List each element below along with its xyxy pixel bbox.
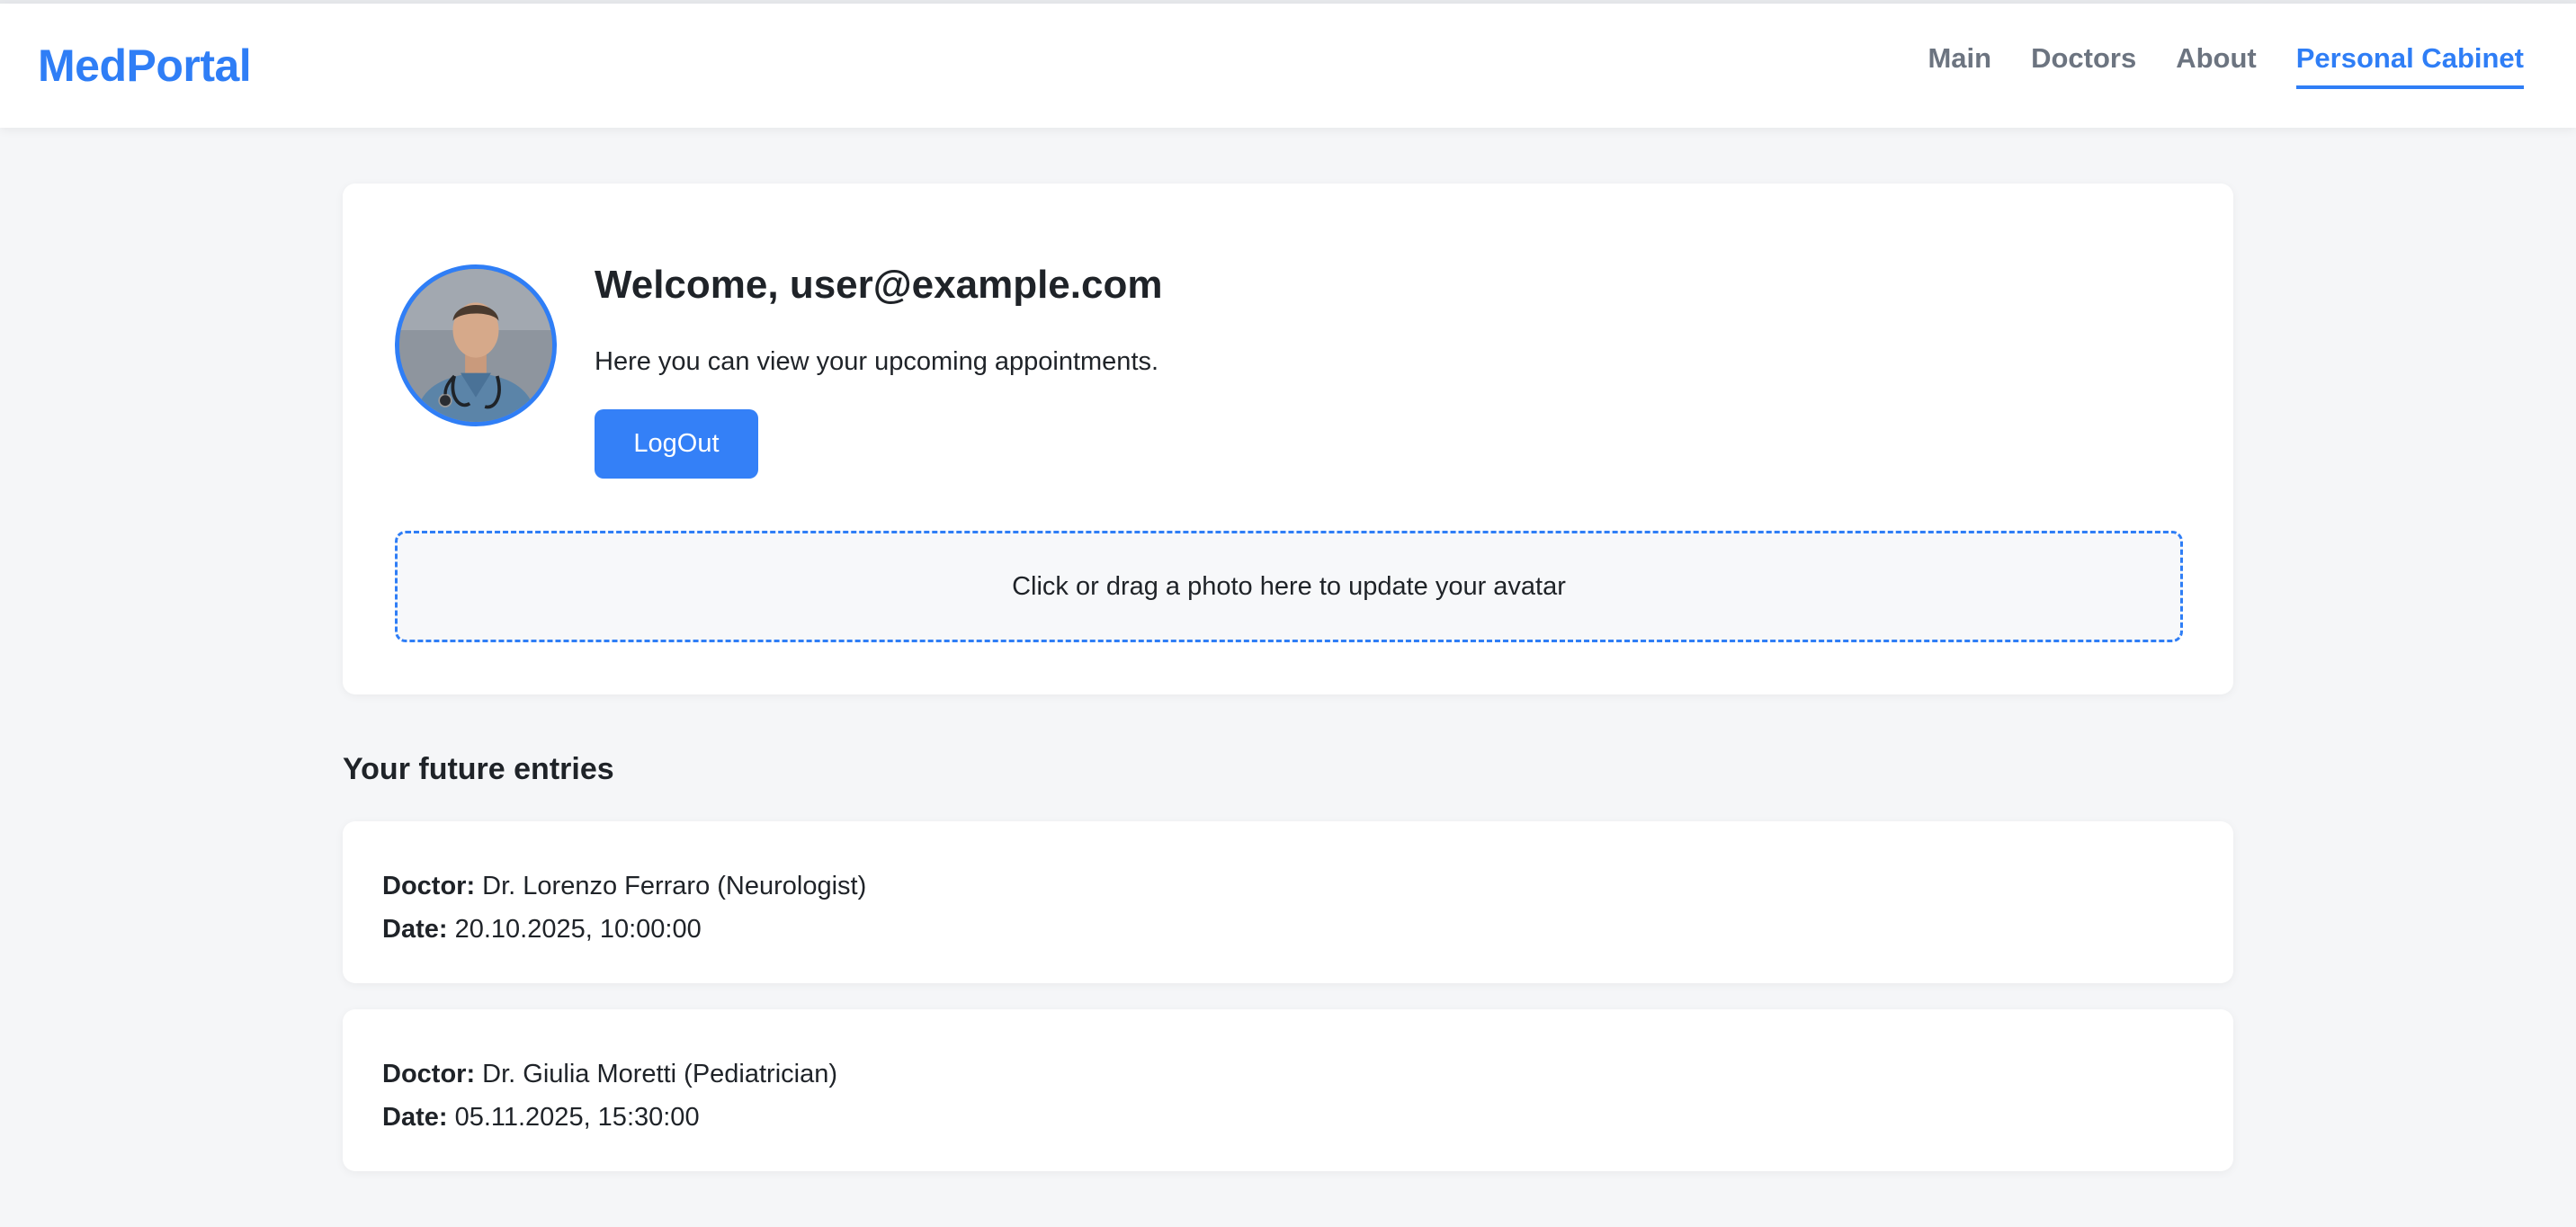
entry-doctor-line: Doctor: Dr. Lorenzo Ferraro (Neurologist… <box>382 864 2194 908</box>
logout-button[interactable]: LogOut <box>595 409 758 479</box>
profile-info: Welcome, user@example.com Here you can v… <box>595 264 1162 479</box>
entry-date-value: 05.11.2025, 15:30:00 <box>454 1103 700 1133</box>
entry-date-value: 20.10.2025, 10:00:00 <box>454 915 702 945</box>
main-nav: Main Doctors About Personal Cabinet <box>1928 4 2524 128</box>
avatar-photo <box>399 269 552 422</box>
entry-date-line: Date: 05.11.2025, 15:30:00 <box>382 1096 2194 1139</box>
main-content: Welcome, user@example.com Here you can v… <box>343 128 2233 1172</box>
nav-link-personal-cabinet[interactable]: Personal Cabinet <box>2295 31 2524 89</box>
avatar <box>395 264 557 426</box>
entry-date-line: Date: 20.10.2025, 10:00:00 <box>382 908 2194 951</box>
profile-row: Welcome, user@example.com Here you can v… <box>395 264 2183 479</box>
doctor-label: Doctor: <box>382 872 476 901</box>
nav-link-about[interactable]: About <box>2176 31 2257 89</box>
nav-link-main[interactable]: Main <box>1928 31 1991 89</box>
entries-list: Doctor: Dr. Lorenzo Ferraro (Neurologist… <box>343 821 2233 1172</box>
entry-card: Doctor: Dr. Giulia Moretti (Pediatrician… <box>343 1009 2233 1172</box>
nav-link-doctors[interactable]: Doctors <box>2031 31 2136 89</box>
entry-doctor-line: Doctor: Dr. Giulia Moretti (Pediatrician… <box>382 1052 2194 1096</box>
avatar-upload-dropzone[interactable]: Click or drag a photo here to update you… <box>395 531 2183 643</box>
dropzone-text: Click or drag a photo here to update you… <box>1012 571 1566 601</box>
future-entries-title: Your future entries <box>343 752 614 787</box>
date-label: Date: <box>382 1103 448 1133</box>
navbar: MedPortal Main Doctors About Personal Ca… <box>0 4 2576 128</box>
welcome-heading: Welcome, user@example.com <box>595 263 1163 307</box>
entry-doctor-value: Dr. Lorenzo Ferraro (Neurologist) <box>482 872 867 901</box>
entry-doctor-value: Dr. Giulia Moretti (Pediatrician) <box>482 1060 838 1089</box>
brand-logo[interactable]: MedPortal <box>38 40 252 92</box>
welcome-subtext: Here you can view your upcoming appointm… <box>595 347 1159 377</box>
date-label: Date: <box>382 915 448 945</box>
profile-card: Welcome, user@example.com Here you can v… <box>343 184 2233 695</box>
doctor-label: Doctor: <box>382 1060 476 1089</box>
entry-card: Doctor: Dr. Lorenzo Ferraro (Neurologist… <box>343 821 2233 984</box>
